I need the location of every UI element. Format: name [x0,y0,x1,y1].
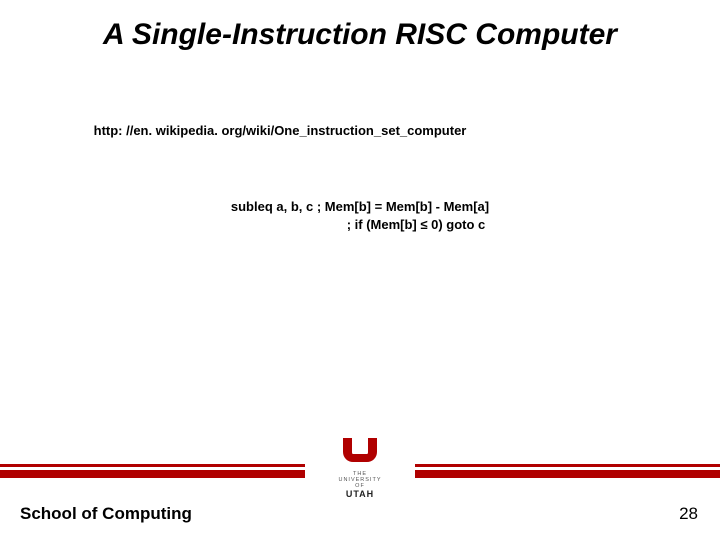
slide: A Single-Instruction RISC Computer http:… [0,0,720,540]
page-number: 28 [679,504,698,524]
footer-school: School of Computing [20,504,192,524]
u-shape-icon [343,438,377,462]
code-line-2: ; if (Mem[b] ≤ 0) goto c [0,216,720,234]
university-logo: THE UNIVERSITY OF UTAH [305,438,415,500]
u-tail-icon [355,454,365,458]
reference-url: http: //en. wikipedia. org/wiki/One_inst… [94,123,467,138]
page-title: A Single-Instruction RISC Computer [0,18,720,52]
logo-text-utah: UTAH [313,489,407,500]
u-logo-icon [343,438,377,468]
code-block: subleq a, b, c ; Mem[b] = Mem[b] - Mem[a… [0,198,720,233]
code-line-1: subleq a, b, c ; Mem[b] = Mem[b] - Mem[a… [231,199,489,214]
reference-url-wrap: http: //en. wikipedia. org/wiki/One_inst… [0,122,720,140]
